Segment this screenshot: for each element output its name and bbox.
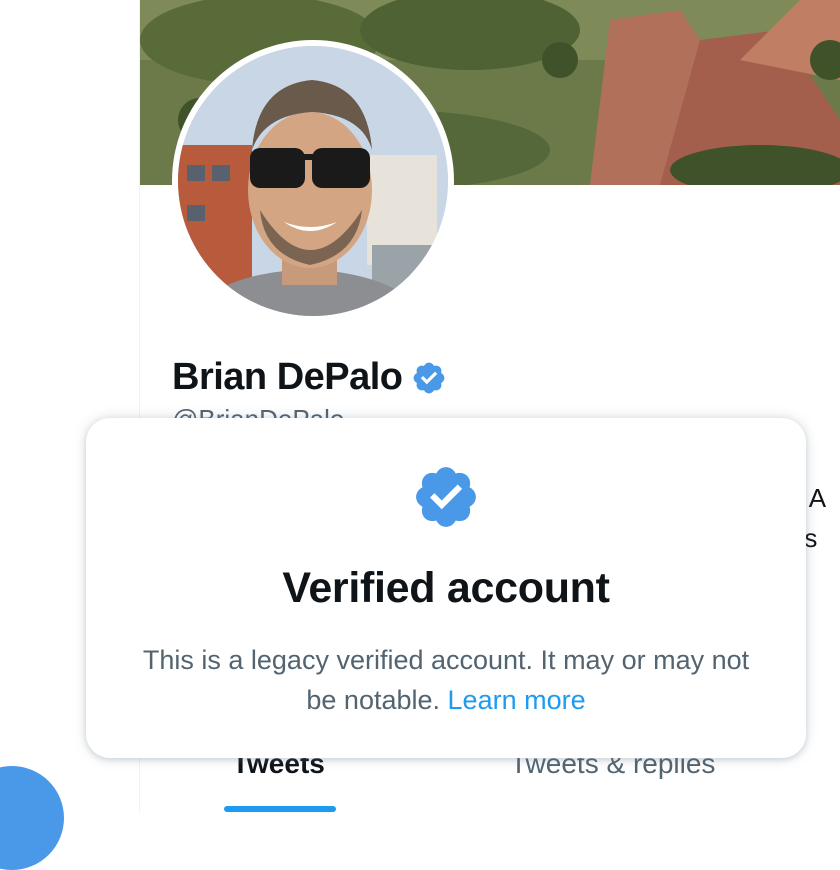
active-tab-indicator bbox=[224, 806, 336, 812]
verified-account-popover: Verified account This is a legacy verifi… bbox=[86, 418, 806, 758]
popover-title: Verified account bbox=[282, 564, 610, 612]
avatar-photo-image bbox=[178, 46, 448, 316]
verified-badge-icon bbox=[416, 467, 476, 527]
popover-body: This is a legacy verified account. It ma… bbox=[126, 640, 766, 720]
profile-avatar[interactable] bbox=[172, 40, 454, 322]
learn-more-link[interactable]: Learn more bbox=[448, 685, 586, 715]
profile-name-row: Brian DePalo bbox=[172, 356, 447, 399]
profile-display-name: Brian DePalo bbox=[172, 356, 403, 398]
popover-description: This is a legacy verified account. It ma… bbox=[142, 645, 750, 715]
verified-badge-icon[interactable] bbox=[411, 360, 447, 396]
